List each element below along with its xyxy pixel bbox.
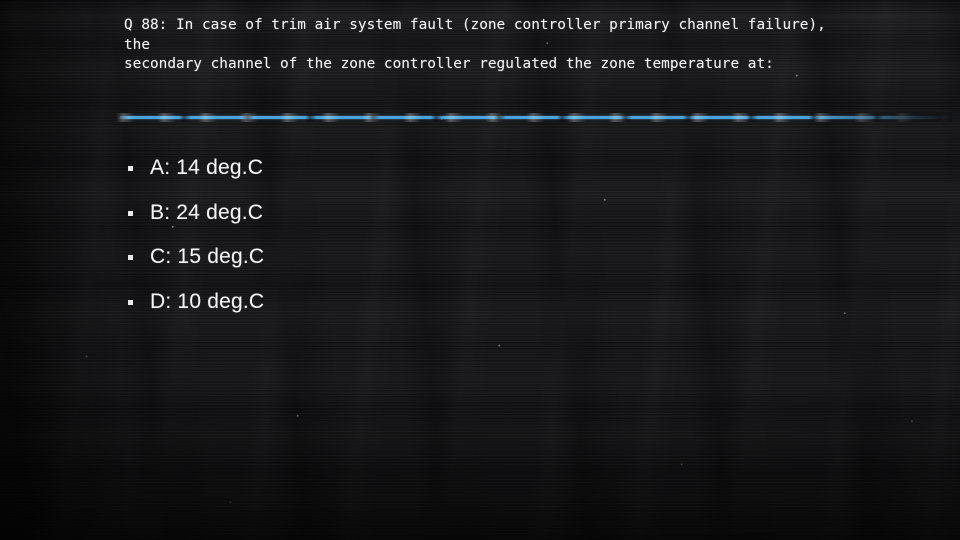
answer-option-d-label: D: 10 deg.C [150, 289, 265, 313]
accent-divider [116, 113, 952, 122]
square-bullet-icon [128, 299, 133, 305]
square-bullet-icon [128, 166, 133, 172]
question-title: Q 88: In case of trim air system fault (… [124, 17, 826, 73]
list-item[interactable]: A: 14 deg.C [128, 146, 828, 191]
divider-line [120, 116, 948, 119]
slide-canvas: Q 88: In case of trim air system fault (… [0, 0, 960, 540]
square-bullet-icon [128, 255, 133, 261]
list-item[interactable]: C: 15 deg.C [128, 235, 828, 280]
list-item[interactable]: B: 24 deg.C [128, 191, 828, 236]
list-item[interactable]: D: 10 deg.C [128, 280, 828, 325]
slide-content: Q 88: In case of trim air system fault (… [0, 0, 960, 540]
answer-options-list: A: 14 deg.C B: 24 deg.C C: 15 deg.C D: 1… [128, 146, 828, 324]
answer-option-c-label: C: 15 deg.C [150, 245, 265, 269]
square-bullet-icon [128, 210, 133, 216]
answer-option-a-label: A: 14 deg.C [150, 156, 264, 180]
answer-option-b-label: B: 24 deg.C [150, 200, 264, 224]
